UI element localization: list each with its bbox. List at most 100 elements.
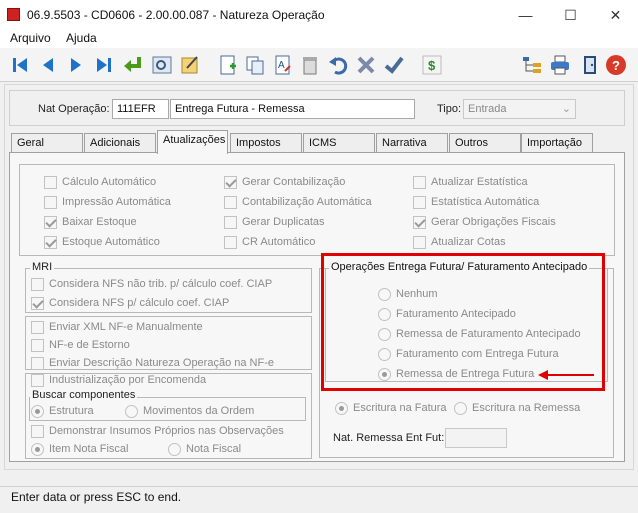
money-icon[interactable]: $ [420, 53, 444, 77]
escritura-remessa-radio[interactable]: Escritura na Remessa [454, 400, 580, 416]
cancel-icon[interactable] [354, 53, 378, 77]
minimize-button[interactable]: — [503, 0, 548, 30]
nat-code-field[interactable]: 111EFR [112, 99, 169, 119]
estoque-automatico-checkbox[interactable]: Estoque Automático [44, 234, 171, 250]
checkbox-box [31, 356, 44, 370]
estatistica-automatica-checkbox[interactable]: Estatística Automática [413, 194, 556, 210]
movimentos-ordem-radio[interactable]: Movimentos da Ordem [125, 403, 254, 419]
delete-icon[interactable] [298, 53, 322, 77]
gerar-duplicatas-checkbox[interactable]: Gerar Duplicatas [224, 214, 372, 230]
checkbox-label: Industrialização por Encomenda [49, 374, 207, 386]
checkbox-label: CR Automático [242, 236, 316, 248]
nat-remessa-field[interactable] [445, 428, 507, 448]
escritura-fatura-radio[interactable]: Escritura na Fatura [335, 400, 447, 416]
tab-icms[interactable]: ICMS [303, 133, 375, 152]
return-icon[interactable] [120, 53, 144, 77]
next-record-icon[interactable] [64, 53, 88, 77]
app-icon [7, 8, 20, 21]
enviar-xml-checkbox[interactable]: Enviar XML NF-e Manualmente [31, 319, 274, 335]
checkbox-box [44, 235, 57, 249]
atualizar-estatistica-checkbox[interactable]: Atualizar Estatística [413, 174, 556, 190]
checkbox-label: Atualizar Cotas [431, 236, 506, 248]
item-nota-fiscal-radio[interactable]: Item Nota Fiscal [31, 441, 128, 457]
estrutura-radio[interactable]: Estrutura [31, 403, 94, 419]
cr-automatico-checkbox[interactable]: CR Automático [224, 234, 372, 250]
tab-geral[interactable]: Geral [11, 133, 83, 152]
tipo-select[interactable]: Entrada ⌄ [463, 99, 576, 119]
help-icon[interactable]: ? [604, 53, 628, 77]
atualizar-cotas-checkbox[interactable]: Atualizar Cotas [413, 234, 556, 250]
checkbox-label: Enviar Descrição Natureza Operação na NF… [49, 357, 274, 369]
menu-ajuda[interactable]: Ajuda [66, 31, 97, 45]
gerar-obrigacoes-fiscais-checkbox[interactable]: Gerar Obrigações Fiscais [413, 214, 556, 230]
mri-title: MRI [30, 261, 55, 273]
contabilizacao-automatica-checkbox[interactable]: Contabilização Automática [224, 194, 372, 210]
calculo-automatico-checkbox[interactable]: Cálculo Automático [44, 174, 171, 190]
search-icon[interactable] [150, 53, 174, 77]
checkbox-label: Estoque Automático [62, 236, 160, 248]
tab-importacao[interactable]: Importação [521, 133, 593, 152]
svg-text:A: A [278, 60, 285, 71]
baixar-estoque-checkbox[interactable]: Baixar Estoque [44, 214, 171, 230]
industrializacao-checkbox[interactable]: Industrialização por Encomenda [31, 372, 206, 388]
maximize-button[interactable]: ☐ [548, 0, 593, 30]
gerar-contabilizacao-checkbox[interactable]: Gerar Contabilização [224, 174, 372, 190]
considera-nfs-nao-trib-checkbox[interactable]: Considera NFS não trib. p/ cálculo coef.… [31, 276, 272, 292]
status-text: Enter data or press ESC to end. [11, 490, 182, 504]
edit-icon[interactable] [178, 53, 202, 77]
checkbox-box [224, 175, 237, 189]
checkbox-label: Gerar Contabilização [242, 176, 346, 188]
demonstrar-insumos-checkbox[interactable]: Demonstrar Insumos Próprios nas Observaç… [31, 423, 284, 439]
nfe-estorno-checkbox[interactable]: NF-e de Estorno [31, 337, 274, 353]
undo-icon[interactable] [326, 53, 350, 77]
tree-icon[interactable] [520, 53, 544, 77]
nat-operacao-label: Nat Operação: [38, 103, 110, 115]
checkbox-box [224, 195, 237, 209]
checkbox-box [31, 338, 44, 352]
exit-icon[interactable] [578, 53, 602, 77]
checkbox-label: Enviar XML NF-e Manualmente [49, 321, 203, 333]
checkbox-label: Gerar Duplicatas [242, 216, 325, 228]
checkbox-box [224, 215, 237, 229]
checkbox-box [31, 320, 44, 334]
clear-field-icon[interactable]: A [271, 53, 295, 77]
nat-remessa-label: Nat. Remessa Ent Fut: [333, 432, 445, 444]
previous-record-icon[interactable] [36, 53, 60, 77]
checkbox-label: Baixar Estoque [62, 216, 137, 228]
radio-label: Movimentos da Ordem [143, 405, 255, 417]
confirm-icon[interactable] [382, 53, 406, 77]
checkbox-box [413, 215, 426, 229]
nfe-items: Enviar XML NF-e Manualmente NF-e de Esto… [31, 319, 274, 371]
radio-circle [31, 442, 44, 456]
checkbox-box [31, 277, 44, 291]
nota-fiscal-radio[interactable]: Nota Fiscal [168, 441, 241, 457]
nat-desc-field[interactable]: Entrega Futura - Remessa [170, 99, 415, 119]
checkbox-label: Considera NFS não trib. p/ cálculo coef.… [49, 278, 273, 290]
radio-label: Item Nota Fiscal [49, 443, 129, 455]
checkbox-box [44, 175, 57, 189]
tab-atualizacoes[interactable]: Atualizações [157, 130, 228, 154]
print-icon[interactable] [548, 53, 572, 77]
close-button[interactable]: ✕ [593, 0, 638, 30]
radio-label: Nota Fiscal [186, 443, 242, 455]
tab-impostos[interactable]: Impostos [230, 133, 302, 152]
menu-arquivo[interactable]: Arquivo [10, 31, 51, 45]
checkbox-box [31, 373, 44, 387]
checkbox-box [413, 235, 426, 249]
last-record-icon[interactable] [92, 53, 116, 77]
impressao-automatica-checkbox[interactable]: Impressão Automática [44, 194, 171, 210]
enviar-descricao-checkbox[interactable]: Enviar Descrição Natureza Operação na NF… [31, 355, 274, 371]
flags-col-1: Cálculo Automático Impressão Automática … [44, 174, 171, 250]
copy-record-icon[interactable] [243, 53, 267, 77]
tab-narrativa[interactable]: Narrativa [376, 133, 448, 152]
first-record-icon[interactable] [8, 53, 32, 77]
checkbox-box [31, 424, 44, 438]
tab-outros[interactable]: Outros [449, 133, 521, 152]
checkbox-box [413, 175, 426, 189]
radio-circle [454, 401, 467, 415]
tab-adicionais[interactable]: Adicionais [84, 133, 156, 152]
new-record-icon[interactable] [216, 53, 240, 77]
considera-nfs-checkbox[interactable]: Considera NFS p/ cálculo coef. CIAP [31, 295, 272, 311]
flags-col-3: Atualizar Estatística Estatística Automá… [413, 174, 556, 250]
radio-circle [335, 401, 348, 415]
